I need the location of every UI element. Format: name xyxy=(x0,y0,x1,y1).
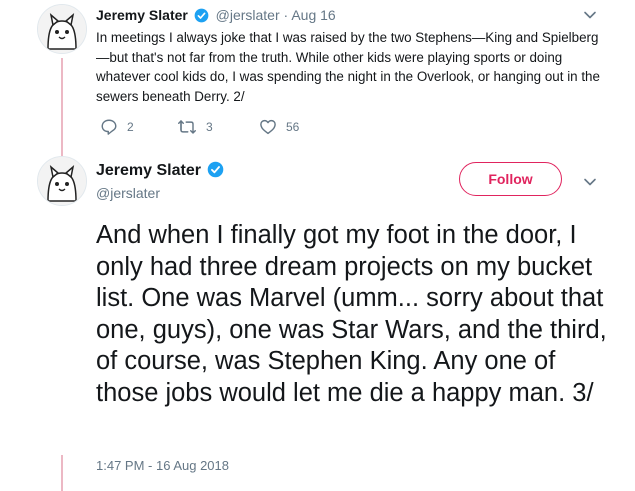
like-count: 56 xyxy=(286,120,300,134)
tweet-text: In meetings I always joke that I was rai… xyxy=(96,30,600,104)
separator-dot: · xyxy=(283,7,289,23)
avatar-image xyxy=(38,157,86,205)
author-name-row: Jeremy Slater xyxy=(96,160,227,182)
avatar[interactable] xyxy=(37,4,87,54)
tweet-header: Jeremy Slater @jerslater · Aug 16 xyxy=(96,6,336,24)
avatar[interactable] xyxy=(37,156,87,206)
chevron-down-icon[interactable] xyxy=(583,175,597,189)
follow-button[interactable]: Follow xyxy=(459,162,562,196)
tweet-date[interactable]: Aug 16 xyxy=(291,7,335,23)
thread-connector-line-bottom xyxy=(61,455,63,491)
like-button[interactable]: 56 xyxy=(259,118,299,136)
tweet-text: And when I finally got my foot in the do… xyxy=(96,221,607,407)
retweet-button[interactable]: 3 xyxy=(177,118,213,136)
reply-button[interactable]: 2 xyxy=(100,118,134,136)
tweet-timestamp[interactable]: 1:47 PM - 16 Aug 2018 xyxy=(96,458,229,474)
reply-count: 2 xyxy=(127,120,134,134)
thread-connector-line xyxy=(61,58,63,156)
author-handle[interactable]: @jerslater xyxy=(216,7,280,23)
verified-badge-icon xyxy=(194,8,209,23)
author-name[interactable]: Jeremy Slater xyxy=(96,162,201,179)
verified-badge-icon xyxy=(208,161,224,178)
heart-icon xyxy=(260,119,276,135)
chevron-down-icon[interactable] xyxy=(583,8,597,22)
author-handle[interactable]: @jerslater xyxy=(96,184,160,202)
reply-icon xyxy=(101,119,117,135)
retweet-count: 3 xyxy=(206,120,213,134)
avatar-image xyxy=(38,5,86,53)
author-name[interactable]: Jeremy Slater xyxy=(96,7,188,23)
retweet-icon xyxy=(178,120,196,134)
